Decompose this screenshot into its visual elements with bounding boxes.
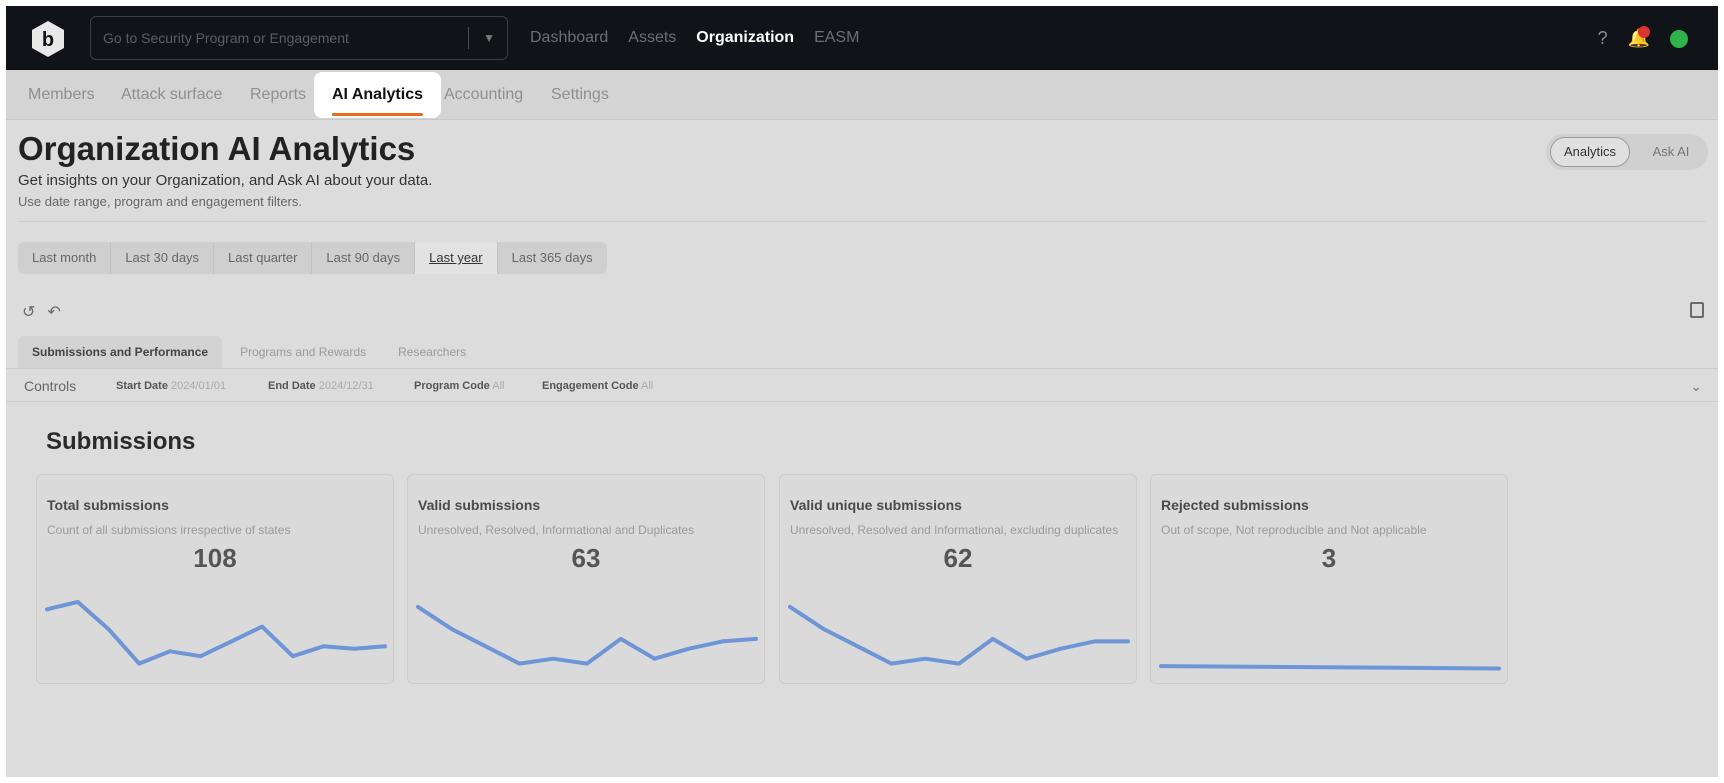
bell-icon[interactable]: 🔔 [1628,26,1650,49]
card-title: Rejected submissions [1161,497,1309,513]
tab-ai-analytics-label: AI Analytics [332,86,423,103]
reset-icon[interactable]: ↺ [22,302,35,322]
search-divider [468,27,469,49]
engagement-code-value: All [641,380,654,392]
card-value: 108 [193,543,237,573]
total-submissions-card: Total submissions Count of all submissio… [36,474,394,684]
card-description: Out of scope, Not reproducible and Not a… [1161,523,1427,537]
tab-accounting[interactable]: Accounting [444,70,523,120]
range-last-year[interactable]: Last year [415,242,498,274]
program-code-value: All [492,380,505,392]
undo-icon[interactable]: ↶ [47,302,60,322]
chevron-down-icon[interactable]: ▼ [483,17,495,59]
sparkline-chart [788,604,1130,666]
start-date-label: Start Date [116,380,168,392]
active-tab-underline [332,113,423,116]
tab-ai-analytics[interactable]: AI Analytics [314,72,441,118]
program-code-filter[interactable]: Program Code All [414,369,504,403]
analytics-mode-button[interactable]: Analytics [1550,137,1630,167]
card-description: Count of all submissions irrespective of… [47,523,291,537]
start-date-filter[interactable]: Start Date 2024/01/01 [116,369,226,403]
sparkline-series [788,604,1130,666]
nav-dashboard[interactable]: Dashboard [530,29,608,47]
date-range-selector: Last month Last 30 days Last quarter Las… [18,242,607,274]
range-last-90-days[interactable]: Last 90 days [312,242,416,274]
end-date-value: 2024/12/31 [318,380,374,392]
help-icon[interactable]: ? [1598,28,1608,49]
page-title: Organization AI Analytics [18,130,416,167]
sparkline-series [416,604,758,666]
card-title: Total submissions [47,497,169,513]
rejected-submissions-card: Rejected submissions Out of scope, Not r… [1150,474,1508,684]
tab-submissions-performance[interactable]: Submissions and Performance [18,336,223,368]
engagement-code-filter[interactable]: Engagement Code All [542,369,653,403]
ask-ai-mode-button[interactable]: Ask AI [1638,137,1704,167]
end-date-label: End Date [268,380,316,392]
organization-subnav: Members Attack surface Reports AI Analyt… [6,70,1718,120]
submissions-section-title: Submissions [46,428,196,455]
divider [18,221,1706,222]
program-code-label: Program Code [414,380,490,392]
analytics-mode-toggle: Analytics Ask AI [1546,134,1708,170]
valid-submissions-card: Valid submissions Unresolved, Resolved, … [407,474,765,684]
card-value: 63 [571,543,601,573]
main-nav: Dashboard Assets Organization EASM [530,6,859,70]
tab-attack-surface[interactable]: Attack surface [121,70,222,120]
start-date-value: 2024/01/01 [171,380,227,392]
bugcrowd-logo-icon[interactable]: b [28,19,68,59]
range-last-30-days[interactable]: Last 30 days [111,242,215,274]
notification-badge [1637,26,1650,38]
page-subtitle: Get insights on your Organization, and A… [18,172,433,189]
search-placeholder: Go to Security Program or Engagement [103,30,349,46]
nav-assets[interactable]: Assets [628,29,676,47]
tab-reports[interactable]: Reports [250,70,306,120]
nav-organization[interactable]: Organization [696,29,794,47]
end-date-filter[interactable]: End Date 2024/12/31 [268,369,374,403]
top-navigation-bar: b Go to Security Program or Engagement ▼… [6,6,1718,70]
range-last-365-days[interactable]: Last 365 days [498,242,607,274]
svg-text:b: b [42,29,54,51]
tab-members[interactable]: Members [28,70,95,120]
app-frame: b Go to Security Program or Engagement ▼… [6,6,1718,777]
card-title: Valid unique submissions [790,497,962,513]
page-hint: Use date range, program and engagement f… [18,194,303,209]
card-description: Unresolved, Resolved and Informational, … [790,523,1119,537]
sparkline-chart [416,604,758,666]
engagement-code-label: Engagement Code [542,380,639,392]
tab-programs-rewards[interactable]: Programs and Rewards [226,336,380,368]
sparkline-series [1159,664,1501,671]
sparkline-chart [1159,664,1501,671]
range-last-month[interactable]: Last month [18,242,112,274]
range-last-quarter[interactable]: Last quarter [214,242,313,274]
history-controls: ↺ ↶ [22,302,61,322]
save-icon[interactable] [1690,302,1704,318]
card-title: Valid submissions [418,497,541,513]
tab-researchers[interactable]: Researchers [384,336,480,368]
card-value: 3 [1321,543,1337,573]
sparkline-series [45,599,387,666]
valid-unique-submissions-card: Valid unique submissions Unresolved, Res… [779,474,1137,684]
tab-settings[interactable]: Settings [551,70,609,120]
sparkline-chart [45,599,387,666]
program-search-input[interactable]: Go to Security Program or Engagement ▼ [90,16,508,60]
card-value: 62 [943,543,973,573]
controls-label: Controls [24,378,77,394]
dashboard-section-tabs: Submissions and Performance Programs and… [18,336,480,368]
filter-controls-bar[interactable]: Controls Start Date 2024/01/01 End Date … [6,368,1718,402]
avatar[interactable] [1670,29,1688,48]
nav-easm[interactable]: EASM [814,29,859,47]
chevron-down-icon[interactable]: ⌄ [1690,369,1702,403]
top-right-icons: ? 🔔 [1598,26,1688,49]
card-description: Unresolved, Resolved, Informational and … [418,523,695,537]
